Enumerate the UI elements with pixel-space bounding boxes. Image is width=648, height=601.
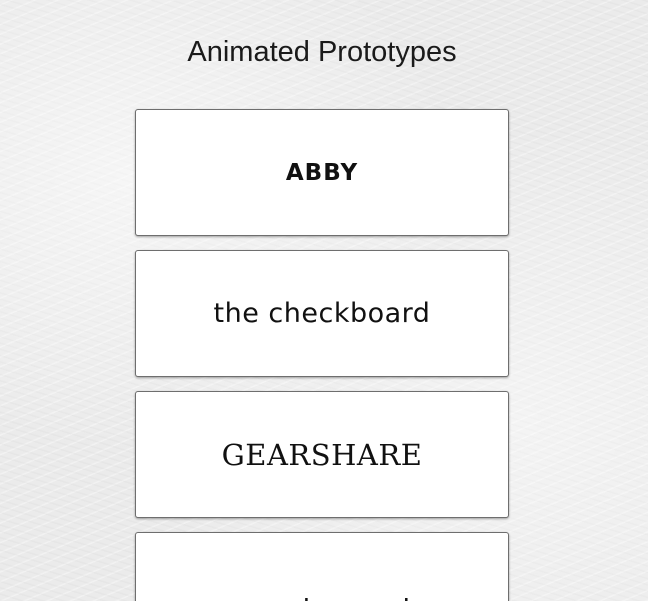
prototype-card-gearshare[interactable]: GEARSHARE [135, 391, 509, 518]
prototype-label: the checkboard [213, 298, 431, 329]
prototype-label: GEARSHARE [221, 437, 423, 472]
prototype-label: novel+novel [234, 533, 410, 601]
prototype-label: ABBY [285, 159, 359, 186]
page-title: Animated Prototypes [187, 36, 457, 68]
prototype-list: ABBY the checkboard GEARSHARE novel+nove… [135, 109, 509, 601]
prototype-card-abby[interactable]: ABBY [135, 109, 509, 236]
prototype-card-novel-novel[interactable]: novel+novel [135, 532, 509, 601]
prototype-card-the-checkboard[interactable]: the checkboard [135, 250, 509, 377]
